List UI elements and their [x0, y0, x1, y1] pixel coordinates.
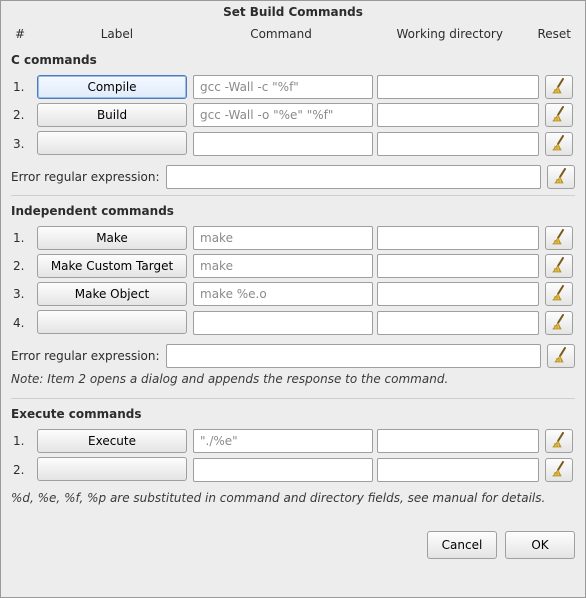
broom-icon [552, 285, 566, 303]
header-cmd: Command [192, 25, 370, 47]
cancel-button[interactable]: Cancel [427, 531, 497, 559]
row-num: 4. [11, 310, 35, 336]
table-row: 4. [11, 310, 575, 336]
reset-button[interactable] [545, 226, 573, 250]
dialog-footer: Cancel OK [1, 521, 585, 569]
command-input[interactable] [193, 282, 373, 306]
workdir-input[interactable] [377, 311, 539, 335]
error-regex-input[interactable] [166, 344, 541, 368]
section-indep-grid: 1. Make 2. Make Custom Target 3. Make Ob… [11, 222, 575, 340]
label-button-make-object[interactable]: Make Object [37, 282, 187, 306]
indep-note: Note: Item 2 opens a dialog and appends … [11, 368, 575, 392]
workdir-input[interactable] [377, 429, 539, 453]
command-input[interactable] [193, 132, 373, 156]
reset-button[interactable] [545, 429, 573, 453]
row-num: 2. [11, 103, 35, 127]
section-c-title: C commands [11, 47, 575, 71]
reset-button[interactable] [547, 165, 575, 189]
broom-icon [552, 229, 566, 247]
table-row: 2. Make Custom Target [11, 254, 575, 278]
label-button-empty[interactable] [37, 457, 187, 481]
table-row: 2. [11, 457, 575, 483]
error-regex-input[interactable] [166, 165, 541, 189]
label-button-compile[interactable]: Compile [37, 75, 187, 99]
workdir-input[interactable] [377, 226, 539, 250]
command-input[interactable] [193, 75, 373, 99]
row-num: 2. [11, 254, 35, 278]
command-input[interactable] [193, 458, 373, 482]
reset-button[interactable] [545, 282, 573, 306]
broom-icon [552, 314, 566, 332]
label-button-make[interactable]: Make [37, 226, 187, 250]
row-num: 1. [11, 226, 35, 250]
row-num: 1. [11, 429, 35, 453]
broom-icon [552, 78, 566, 96]
broom-icon [552, 432, 566, 450]
broom-icon [552, 257, 566, 275]
workdir-input[interactable] [377, 75, 539, 99]
broom-icon [552, 461, 566, 479]
section-exec-grid: 1. Execute 2. [11, 425, 575, 487]
reset-button[interactable] [545, 254, 573, 278]
workdir-input[interactable] [377, 282, 539, 306]
row-num: 3. [11, 131, 35, 157]
command-input[interactable] [193, 311, 373, 335]
broom-icon [552, 106, 566, 124]
reset-button[interactable] [545, 311, 573, 335]
broom-icon [554, 168, 568, 186]
row-num: 1. [11, 75, 35, 99]
command-input[interactable] [193, 226, 373, 250]
label-button-execute[interactable]: Execute [37, 429, 187, 453]
reset-button[interactable] [545, 103, 573, 127]
section-indep-title: Independent commands [11, 198, 575, 222]
ok-button[interactable]: OK [505, 531, 575, 559]
separator [11, 195, 575, 196]
separator [11, 398, 575, 399]
reset-button[interactable] [545, 132, 573, 156]
table-row: 3. [11, 131, 575, 157]
table-row: 3. Make Object [11, 282, 575, 306]
reset-button[interactable] [545, 458, 573, 482]
workdir-input[interactable] [377, 458, 539, 482]
workdir-input[interactable] [377, 132, 539, 156]
header-num: # [11, 25, 42, 47]
workdir-input[interactable] [377, 254, 539, 278]
label-button-build[interactable]: Build [37, 103, 187, 127]
section-c-grid: 1. Compile 2. Build 3. [11, 71, 575, 161]
table-row: 2. Build [11, 103, 575, 127]
column-headers: # Label Command Working directory Reset [11, 25, 575, 47]
table-row: 1. Make [11, 226, 575, 250]
error-regex-label: Error regular expression: [11, 170, 160, 184]
broom-icon [552, 135, 566, 153]
header-reset: Reset [529, 25, 575, 47]
workdir-input[interactable] [377, 103, 539, 127]
row-num: 2. [11, 457, 35, 483]
section-exec-title: Execute commands [11, 401, 575, 425]
table-row: 1. Execute [11, 429, 575, 453]
header-label: Label [42, 25, 192, 47]
row-num: 3. [11, 282, 35, 306]
reset-button[interactable] [547, 344, 575, 368]
header-dir: Working directory [370, 25, 529, 47]
command-input[interactable] [193, 254, 373, 278]
label-button-empty[interactable] [37, 131, 187, 155]
error-regex-label: Error regular expression: [11, 349, 160, 363]
footnote: %d, %e, %f, %p are substituted in comman… [11, 487, 575, 511]
label-button-empty[interactable] [37, 310, 187, 334]
command-input[interactable] [193, 103, 373, 127]
reset-button[interactable] [545, 75, 573, 99]
dialog-title: Set Build Commands [1, 1, 585, 25]
table-row: 1. Compile [11, 75, 575, 99]
label-button-make-custom-target[interactable]: Make Custom Target [37, 254, 187, 278]
command-input[interactable] [193, 429, 373, 453]
broom-icon [554, 347, 568, 365]
